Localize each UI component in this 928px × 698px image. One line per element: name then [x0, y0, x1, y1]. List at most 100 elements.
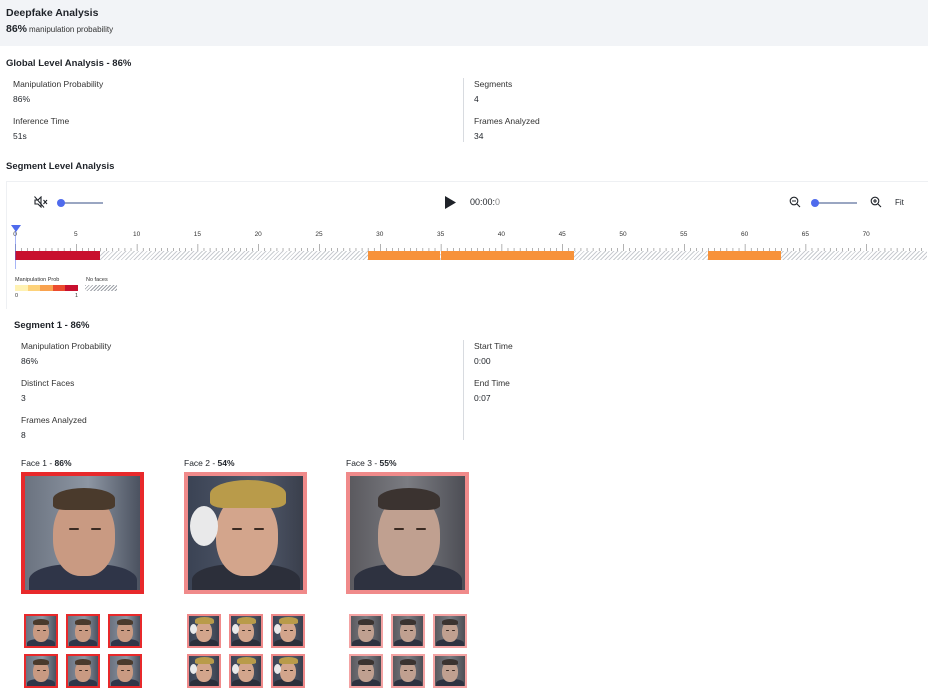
face3-caption: Face 3 - 55%: [346, 458, 397, 468]
face1-score: 86%: [54, 458, 72, 468]
face-portrait: [393, 616, 423, 646]
face-portrait: [273, 656, 303, 686]
header-summary: 86% manipulation probability: [6, 23, 922, 35]
face-portrait: [435, 616, 465, 646]
legend-no-faces-label: No faces: [86, 277, 108, 283]
segment-analysis-title: Segment Level Analysis: [6, 161, 115, 172]
global-manipulation-value: 86%: [13, 94, 31, 104]
face-1-frame-thumbnail[interactable]: [108, 654, 142, 688]
header-probability-label: manipulation probability: [29, 25, 114, 34]
playback-time-frac: 0: [495, 197, 501, 207]
timeline-segment[interactable]: [440, 251, 575, 260]
face-portrait: [188, 476, 303, 590]
legend-gradient-cell: [40, 285, 53, 291]
global-segments-label: Segments: [474, 79, 513, 89]
legend-min: 0: [15, 293, 19, 299]
face-2-frame-thumbnail[interactable]: [271, 614, 305, 648]
timeline-track[interactable]: [15, 251, 927, 260]
ruler-tick-label: 35: [436, 231, 445, 238]
play-icon[interactable]: [444, 195, 457, 210]
seg1-start-label: Start Time: [474, 341, 513, 351]
face-portrait: [189, 656, 219, 686]
global-divider: [463, 78, 464, 142]
legend-gradient-cell: [52, 285, 66, 291]
global-inference-label: Inference Time: [13, 116, 70, 126]
zoom-slider[interactable]: [813, 202, 857, 204]
face-portrait: [110, 656, 140, 686]
segment1-title: Segment 1 - 86%: [14, 320, 90, 331]
face-3-frame-thumbnail[interactable]: [433, 614, 467, 648]
volume-slider-knob[interactable]: [57, 199, 65, 207]
face-portrait: [68, 616, 98, 646]
face-2-frame-thumbnail[interactable]: [229, 614, 263, 648]
ruler-tick-label: 55: [680, 231, 688, 238]
face-3-frame-thumbnail[interactable]: [349, 614, 383, 648]
face1-caption: Face 1 - 86%: [21, 458, 72, 468]
face-2-frame-thumbnail[interactable]: [271, 654, 305, 688]
face-portrait: [110, 616, 140, 646]
global-inference-value: 51s: [13, 131, 27, 141]
seg1-frames-label: Frames Analyzed: [21, 415, 87, 425]
global-segments-value: 4: [474, 94, 479, 104]
ruler-tick-label: 15: [193, 231, 202, 238]
face-2-frame-thumbnail[interactable]: [187, 614, 221, 648]
global-analysis-title: Global Level Analysis - 86%: [6, 58, 132, 69]
seg1-manipulation-value: 86%: [21, 356, 39, 366]
header-probability: 86%: [6, 23, 28, 35]
ruler-tick-label: 5: [73, 231, 78, 238]
face-portrait: [273, 616, 303, 646]
face-3-frame-thumbnail[interactable]: [349, 654, 383, 688]
face-portrait: [393, 656, 423, 686]
legend-gradient-cell: [27, 285, 41, 291]
ruler-tick-label: 70: [862, 231, 870, 238]
face-portrait: [351, 656, 381, 686]
global-frames-value: 34: [474, 131, 484, 141]
face-1-frame-thumbnail[interactable]: [66, 654, 100, 688]
zoom-out-icon[interactable]: [789, 196, 801, 208]
face-portrait: [189, 616, 219, 646]
face-2-image[interactable]: [184, 472, 307, 594]
timeline-segment[interactable]: [708, 251, 782, 260]
face-1-frame-thumbnail[interactable]: [108, 614, 142, 648]
face-portrait: [231, 656, 261, 686]
speaker-muted-icon[interactable]: [34, 196, 48, 208]
face3-label: Face 3 -: [346, 458, 380, 468]
face-2-frame-thumbnail[interactable]: [229, 654, 263, 688]
seg1-start-value: 0:00: [474, 356, 491, 366]
seg1-end-value: 0:07: [474, 393, 491, 403]
face-3-frame-thumbnail[interactable]: [433, 654, 467, 688]
face-portrait: [26, 616, 56, 646]
global-manipulation-label: Manipulation Probability: [13, 79, 104, 89]
zoom-in-icon[interactable]: [870, 196, 882, 208]
playhead-line: [15, 231, 16, 269]
face-portrait: [351, 616, 381, 646]
timeline-segment[interactable]: [15, 251, 101, 260]
face-portrait: [350, 476, 465, 590]
ruler-tick-label: 20: [254, 231, 262, 238]
face-1-frame-thumbnail[interactable]: [24, 654, 58, 688]
playback-time-main: 00:00:: [470, 197, 496, 207]
ruler-tick-label: 10: [132, 231, 141, 238]
timeline-segment[interactable]: [367, 251, 440, 260]
face-1-image[interactable]: [21, 472, 144, 594]
seg1-frames-value: 8: [21, 430, 26, 440]
face-2-frame-thumbnail[interactable]: [187, 654, 221, 688]
face-3-frame-thumbnail[interactable]: [391, 614, 425, 648]
zoom-slider-knob[interactable]: [811, 199, 819, 207]
fit-button[interactable]: Fit: [895, 198, 904, 207]
volume-slider[interactable]: [59, 202, 103, 204]
face2-caption: Face 2 - 54%: [184, 458, 235, 468]
face-portrait: [26, 656, 56, 686]
playback-time: 00:00:0: [470, 197, 500, 207]
ruler-tick-label: 25: [315, 231, 323, 238]
page-title: Deepfake Analysis: [6, 7, 99, 19]
page-header: Deepfake Analysis 86% manipulation probab…: [0, 0, 928, 46]
face-3-frame-thumbnail[interactable]: [391, 654, 425, 688]
ruler-tick-label: 60: [740, 231, 749, 238]
face-1-frame-thumbnail[interactable]: [24, 614, 58, 648]
seg1-end-label: End Time: [474, 378, 510, 388]
ruler-tick-label: 40: [497, 231, 506, 238]
face-1-frame-thumbnail[interactable]: [66, 614, 100, 648]
segment1-divider: [463, 340, 464, 440]
face-3-image[interactable]: [346, 472, 469, 594]
